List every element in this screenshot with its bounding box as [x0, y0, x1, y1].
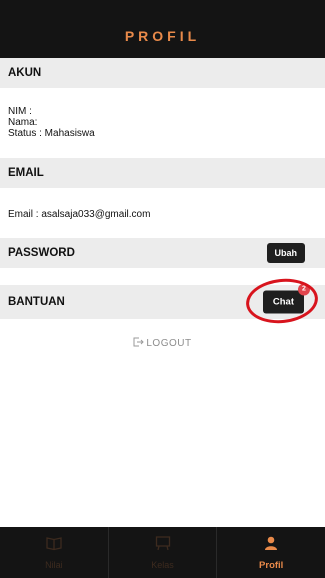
- nav-label-kelas: Kelas: [151, 560, 174, 570]
- person-icon: [263, 535, 279, 556]
- section-email-label: EMAIL: [8, 167, 44, 179]
- change-password-button[interactable]: Ubah: [266, 243, 305, 263]
- logout-label: LOGOUT: [146, 338, 192, 349]
- section-akun: AKUN: [0, 58, 325, 88]
- logout-button[interactable]: LOGOUT: [0, 337, 325, 349]
- email-value: Email : asalsaja033@gmail.com: [8, 209, 151, 220]
- book-icon: [46, 535, 62, 556]
- section-akun-label: AKUN: [8, 67, 42, 79]
- nav-label-profil: Profil: [259, 559, 284, 571]
- logout-icon: [133, 337, 145, 349]
- nav-label-nilai: Nilai: [45, 560, 63, 570]
- nama-field: Nama:: [8, 117, 38, 128]
- section-password: PASSWORD Ubah: [0, 238, 325, 268]
- status-field: Status : Mahasiswa: [8, 128, 95, 139]
- bottom-nav: Nilai Kelas Profil: [0, 527, 325, 578]
- nav-item-profil[interactable]: Profil: [217, 527, 325, 578]
- akun-info: NIM : Nama: Status : Mahasiswa: [8, 106, 95, 139]
- nav-item-nilai[interactable]: Nilai: [0, 527, 109, 578]
- email-info: Email : asalsaja033@gmail.com: [8, 209, 150, 220]
- page-title: PROFIL: [124, 28, 201, 44]
- app-header: PROFIL: [0, 0, 325, 58]
- nim-field: NIM :: [8, 106, 32, 117]
- section-email: EMAIL: [0, 158, 325, 188]
- section-bantuan-label: BANTUAN: [8, 296, 65, 308]
- section-password-label: PASSWORD: [8, 247, 75, 259]
- board-icon: [155, 535, 171, 556]
- nav-item-kelas[interactable]: Kelas: [109, 527, 218, 578]
